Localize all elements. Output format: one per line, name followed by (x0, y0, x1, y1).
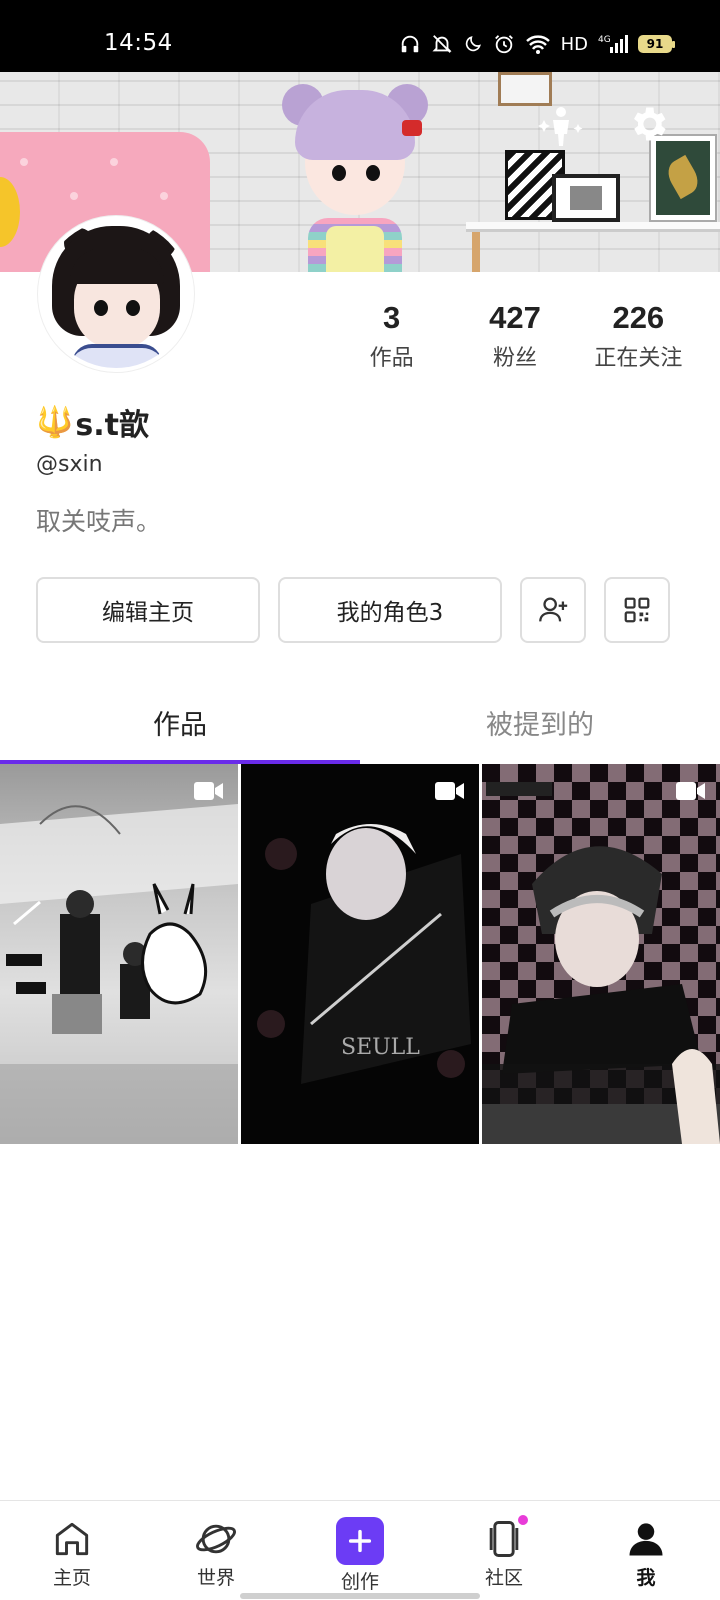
stat-value: 427 (489, 300, 541, 335)
nav-item-community[interactable]: 社区 (454, 1515, 554, 1590)
tab-works[interactable]: 作品 (0, 680, 360, 764)
stat-following[interactable]: 226 正在关注 (577, 300, 700, 372)
nav-label: 主页 (52, 1567, 91, 1589)
stat-label: 正在关注 (594, 346, 683, 371)
trident-icon: 🔱 (36, 404, 74, 440)
nav-label: 我 (636, 1567, 656, 1589)
plus-icon (348, 1529, 372, 1553)
banner-frame (649, 134, 717, 222)
status-icons: HD 4G 91 (399, 30, 675, 58)
stat-value: 226 (612, 300, 665, 335)
avatar-sparkle-icon[interactable] (538, 102, 584, 148)
alarm-icon (494, 35, 513, 54)
status-time: 14:54 (104, 30, 173, 56)
profile-name: 🔱 s.t歆 (36, 400, 149, 444)
thumbnail-artwork: SEULL (257, 824, 471, 1084)
wifi-icon (525, 35, 550, 54)
content-tabs: 作品 被提到的 (0, 680, 720, 764)
qr-code-button[interactable] (604, 577, 670, 643)
profile-handle: @sxin (36, 452, 103, 477)
network-label: HD (560, 33, 588, 55)
moon-icon (465, 36, 481, 52)
notification-dot (518, 1515, 528, 1525)
edit-profile-button[interactable]: 编辑主页 (36, 577, 260, 643)
qr-code-icon (624, 597, 650, 623)
thumbnail-artwork (482, 764, 720, 1144)
profile-avatar[interactable] (38, 216, 194, 372)
works-grid: SEULL (0, 764, 720, 1144)
banner-frame (498, 72, 552, 106)
svg-text:SEULL: SEULL (341, 1035, 420, 1060)
nav-item-create[interactable]: 创作 (310, 1517, 410, 1594)
stat-followers[interactable]: 427 粉丝 (453, 300, 576, 372)
nav-label: 创作 (340, 1571, 379, 1593)
planet-icon (195, 1524, 237, 1554)
stat-works[interactable]: 3 作品 (330, 300, 453, 372)
home-icon (55, 1522, 89, 1556)
my-roles-button[interactable]: 我的角色3 (278, 577, 502, 643)
work-thumbnail[interactable] (0, 764, 238, 1144)
video-icon (676, 782, 705, 800)
bell-muted-icon (432, 35, 452, 53)
signal-icon: 4G (598, 35, 628, 53)
profile-stats: 3 作品 427 粉丝 226 正在关注 (330, 300, 700, 372)
video-icon (194, 782, 223, 800)
nav-item-home[interactable]: 主页 (22, 1517, 122, 1590)
settings-gear-icon[interactable] (626, 102, 670, 146)
stat-label: 作品 (369, 346, 414, 371)
home-indicator[interactable] (240, 1593, 480, 1599)
person-icon (629, 1523, 663, 1556)
work-thumbnail[interactable]: SEULL (241, 764, 479, 1144)
stat-label: 粉丝 (492, 346, 537, 371)
banner-frame (552, 174, 620, 222)
svg-text:4G: 4G (598, 35, 611, 45)
headphones-icon (401, 35, 418, 53)
thumbnail-artwork (0, 804, 238, 1144)
video-icon (435, 782, 464, 800)
add-person-icon (539, 597, 568, 622)
profile-bio: 取关吱声。 (36, 507, 162, 536)
bottom-nav: 主页 世界 创作 社区 我 (0, 1500, 720, 1600)
nav-label: 社区 (484, 1567, 523, 1589)
nav-item-me[interactable]: 我 (596, 1517, 696, 1590)
status-bar: 14:54 HD 4G 91 (0, 0, 720, 72)
create-button (336, 1517, 384, 1565)
stat-value: 3 (383, 300, 401, 335)
profile-name-text: s.t歆 (75, 408, 149, 443)
banner-shelf (466, 222, 720, 272)
banner-character (282, 84, 428, 272)
tab-mentioned[interactable]: 被提到的 (360, 680, 720, 764)
add-friend-button[interactable] (520, 577, 586, 643)
nav-label: 世界 (196, 1567, 235, 1589)
work-thumbnail[interactable] (482, 764, 720, 1144)
battery-indicator: 91 (638, 35, 675, 53)
nav-item-world[interactable]: 世界 (166, 1517, 266, 1590)
